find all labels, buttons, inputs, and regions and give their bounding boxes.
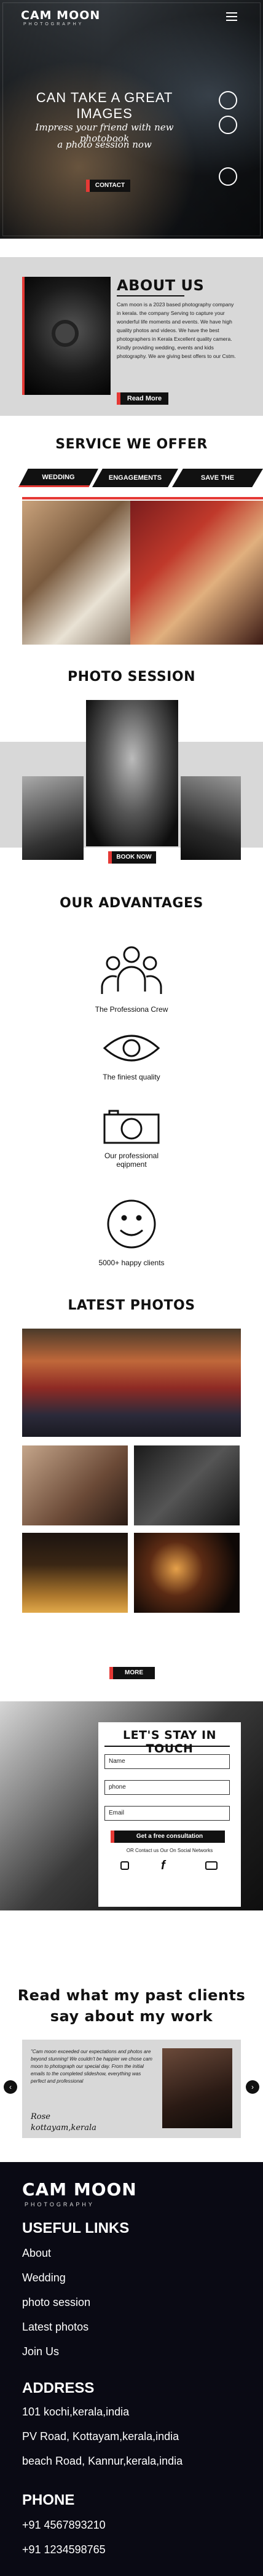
address-line-1: 101 kochi,kerala,india [22,2406,130,2418]
eye-icon [103,1035,160,1062]
about-title: ABOUT US [117,277,205,294]
hero-tagline-2: a photo session now [57,139,152,150]
advantages-title: OUR ADVANTAGES [60,896,203,911]
instagram-icon[interactable] [120,1861,129,1870]
advantage-equipment-label-2: eqipment [116,1160,147,1169]
advantage-crew-label: The Professiona Crew [95,1005,168,1014]
footer-link-wedding[interactable]: Wedding [22,2272,66,2284]
services-title: SERVICE WE OFFER [55,437,208,452]
hero-side-icon-1[interactable] [219,91,237,109]
session-title: PHOTO SESSION [68,669,195,685]
advantage-quality: The finiest quality [92,1028,171,1081]
footer-link-latest-photos[interactable]: Latest photos [22,2321,88,2334]
latest-title: LATEST PHOTOS [68,1298,195,1313]
session-photo-right [181,776,241,860]
contact-title-underline [104,1746,230,1747]
youtube-icon[interactable] [205,1861,218,1870]
services-accent-line [22,497,263,499]
book-now-button[interactable]: BOOK NOW [108,851,156,864]
reviews-title-2: say about my work [50,2008,213,2025]
facebook-icon[interactable]: f [161,1859,165,1873]
phone-field[interactable]: phone [104,1780,230,1795]
email-field[interactable]: Email [104,1806,230,1821]
footer-link-photo-session[interactable]: photo session [22,2296,90,2309]
hero-section: CAM MOON PHOTOGRAPHY CAN TAKE A GREAT IM… [0,0,263,239]
hero-title: CAN TAKE A GREAT IMAGES [36,90,173,121]
review-place: kottayam,kerala [31,2123,96,2133]
tab-wedding-label: WEDDING [42,473,75,481]
footer-logo[interactable]: CAM MOON [22,2179,137,2200]
footer-phone-2[interactable]: +91 1234598765 [22,2543,106,2556]
review-next-icon[interactable]: › [246,2080,259,2094]
session-photo-left [22,776,84,860]
advantage-clients-label: 5000+ happy clients [98,1258,165,1267]
contact-title: LET'S STAY IN TOUCH [122,1728,217,1755]
name-field[interactable]: Name [104,1754,230,1769]
footer-logo-subtitle: PHOTOGRAPHY [25,2201,95,2208]
review-client-photo [162,2048,232,2128]
tab-engagements-label: ENGAGEMENTS [108,474,162,482]
services-tabs: WEDDING ENGAGEMENTS SAVE THE [0,467,263,488]
tab-save-the-date[interactable]: SAVE THE [172,469,263,487]
reviews-title-1: Read what my past clients [17,1987,246,2004]
brand-subtitle: PHOTOGRAPHY [23,22,84,26]
about-text: Cam moon is a 2023 based photography com… [117,301,236,359]
session-photo-center [86,700,178,846]
latest-photo-market [22,1329,241,1437]
tab-save-the-date-label: SAVE THE [200,474,235,482]
review-prev-icon[interactable]: ‹ [4,2080,17,2094]
footer-phone-1[interactable]: +91 4567893210 [22,2519,106,2532]
more-button[interactable]: MORE [109,1667,155,1679]
latest-photo-portrait [22,1445,128,1525]
advantage-crew: The Professiona Crew [92,942,171,1014]
footer-link-join-us[interactable]: Join Us [22,2345,59,2358]
camera-outline-icon [103,1110,160,1144]
footer-link-about[interactable]: About [22,2247,51,2260]
service-engagement-image [130,501,263,645]
tab-engagements[interactable]: ENGAGEMENTS [92,469,178,487]
service-wedding-image [22,501,130,645]
consultation-button[interactable]: Get a free consultation [111,1831,225,1843]
address-title: ADDRESS [22,2380,95,2396]
advantage-equipment: Our professional eqipment [92,1108,171,1169]
advantage-clients: 5000+ happy clients [92,1198,171,1267]
page: CAM MOON PHOTOGRAPHY CAN TAKE A GREAT IM… [0,0,263,2576]
useful-links-title: USEFUL LINKS [22,2220,130,2236]
latest-photo-couple [134,1445,240,1525]
brand-logo[interactable]: CAM MOON [21,9,100,22]
review-quote: "Cam moon exceeded our expectations and … [31,2049,152,2084]
about-photographer-image [25,277,111,395]
lens-icon [52,320,79,347]
footer: CAM MOON PHOTOGRAPHY USEFUL LINKS About … [0,2162,263,2576]
address-line-3: beach Road, Kannur,kerala,india [22,2455,183,2467]
advantage-quality-label: The finiest quality [103,1073,160,1081]
contact-button[interactable]: CONTACT [86,180,130,192]
latest-photo-candle [134,1533,240,1613]
menu-icon[interactable] [226,10,237,23]
hero-side-icon-3[interactable] [219,167,237,186]
camera-icon[interactable] [219,116,237,134]
address-line-2: PV Road, Kottayam,kerala,india [22,2430,179,2443]
social-prompt: OR Contact us Our On Social Networks [126,1848,213,1853]
advantage-equipment-label-1: Our professional [104,1151,159,1160]
team-icon [101,946,162,994]
read-more-button[interactable]: Read More [117,392,168,405]
latest-photo-eiffel [22,1533,128,1613]
about-section: ABOUT US Cam moon is a 2023 based photog… [0,257,263,416]
tab-wedding[interactable]: WEDDING [18,469,98,487]
contact-info-strip [0,1910,263,1962]
review-author: Rose [31,2112,50,2121]
about-title-underline [117,295,184,296]
phone-title: PHONE [22,2492,75,2508]
smile-icon [107,1199,156,1249]
